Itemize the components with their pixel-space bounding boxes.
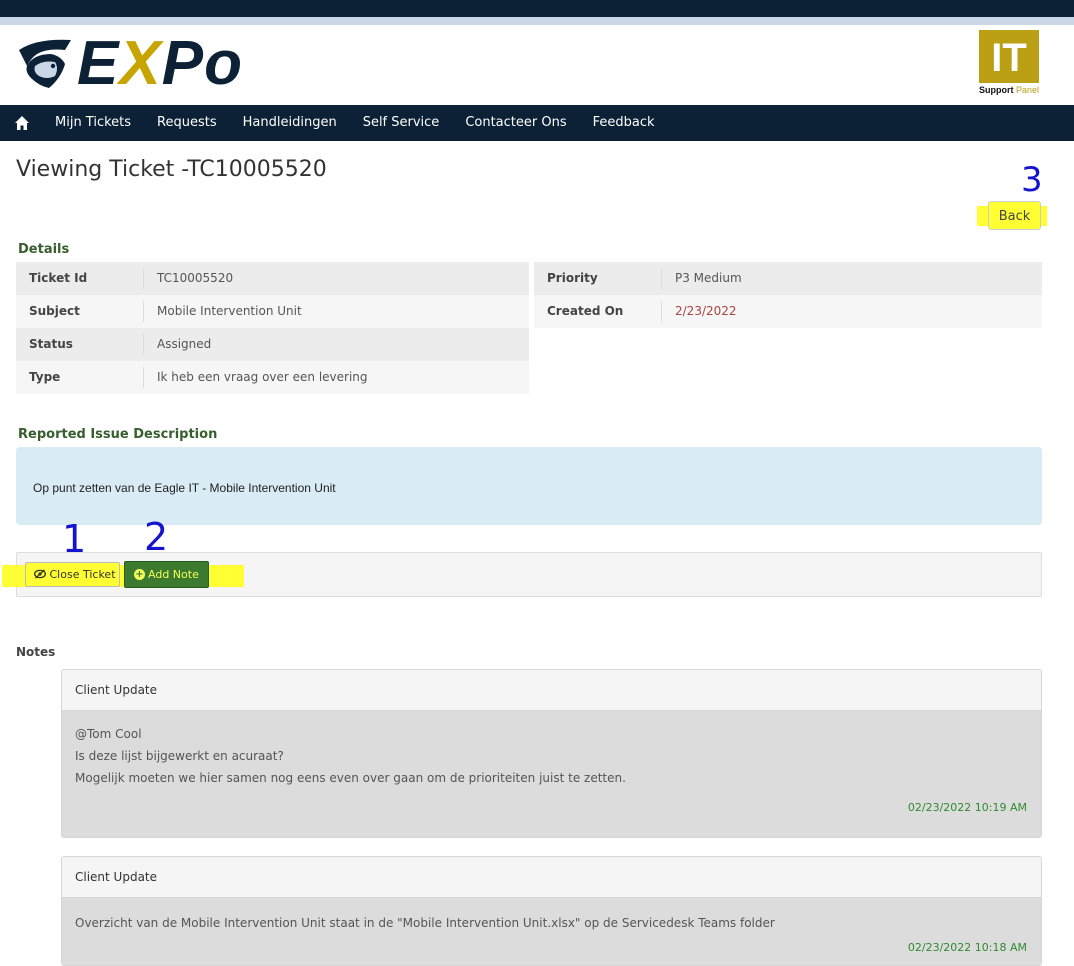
page-title: Viewing Ticket -TC10005520 — [16, 157, 327, 182]
detail-value: Mobile Intervention Unit — [157, 304, 302, 318]
note-timestamp: 02/23/2022 10:19 AM — [907, 801, 1027, 814]
issue-description-box: Op punt zetten van de Eagle IT - Mobile … — [16, 447, 1042, 525]
nav-mijn-tickets[interactable]: Mijn Tickets — [42, 105, 144, 141]
note-card: Client Update Overzicht van de Mobile In… — [61, 856, 1042, 966]
plus-circle-icon: + — [134, 568, 145, 580]
detail-value: TC10005520 — [157, 271, 234, 285]
nav-requests[interactable]: Requests — [144, 105, 230, 141]
issue-description-text: Op punt zetten van de Eagle IT - Mobile … — [33, 481, 336, 495]
note-line: Overzicht van de Mobile Intervention Uni… — [75, 916, 775, 930]
detail-label: Created On — [547, 304, 624, 318]
note-title: Client Update — [62, 857, 1041, 898]
nav-contacteer-ons[interactable]: Contacteer Ons — [452, 105, 579, 141]
detail-label: Ticket Id — [29, 271, 88, 285]
divider — [661, 268, 662, 289]
close-ticket-label: Close Ticket — [49, 568, 116, 581]
details-heading: Details — [18, 242, 70, 257]
detail-value: Assigned — [157, 337, 212, 351]
note-line: Is deze lijst bijgewerkt en acuraat? — [75, 749, 284, 763]
detail-row-priority: Priority P3 Medium — [534, 262, 1042, 295]
detail-label: Subject — [29, 304, 80, 318]
detail-row-status: Status Assigned — [16, 328, 529, 361]
divider — [143, 367, 144, 388]
divider — [661, 301, 662, 322]
notes-heading: Notes — [16, 645, 56, 659]
detail-label: Priority — [547, 271, 598, 285]
it-support-panel-badge[interactable]: IT Support Panel — [979, 30, 1039, 97]
eagle-icon — [19, 39, 71, 88]
divider — [143, 334, 144, 355]
nav-feedback[interactable]: Feedback — [580, 105, 668, 141]
detail-value: 2/23/2022 — [675, 304, 737, 318]
detail-label: Status — [29, 337, 73, 351]
note-card: Client Update @Tom Cool Is deze lijst bi… — [61, 669, 1042, 838]
top-stripe — [0, 17, 1074, 25]
detail-value: Ik heb een vraag over een levering — [157, 370, 368, 384]
home-icon[interactable] — [14, 115, 30, 131]
detail-row-ticket-id: Ticket Id TC10005520 — [16, 262, 529, 295]
main-nav: Mijn Tickets Requests Handleidingen Self… — [0, 105, 1074, 141]
expo-logo[interactable]: EXPo — [17, 29, 243, 98]
detail-row-created-on: Created On 2/23/2022 — [534, 295, 1042, 328]
divider — [143, 268, 144, 289]
badge-it-text: IT — [991, 36, 1027, 80]
note-body: @Tom Cool Is deze lijst bijgewerkt en ac… — [62, 711, 1041, 789]
close-ticket-button[interactable]: Close Ticket — [25, 562, 120, 587]
annotation-3: 3 — [1021, 160, 1043, 200]
divider — [143, 301, 144, 322]
logo-wordmark: EXPo — [77, 29, 243, 98]
badge-support-panel-text: Support Panel — [979, 83, 1039, 97]
add-note-label: Add Note — [148, 568, 199, 581]
eye-slash-icon — [33, 569, 47, 579]
detail-value: P3 Medium — [675, 271, 742, 285]
note-line: Mogelijk moeten we hier samen nog eens e… — [75, 771, 626, 785]
detail-row-subject: Subject Mobile Intervention Unit — [16, 295, 529, 328]
note-line: @Tom Cool — [75, 727, 142, 741]
detail-label: Type — [29, 370, 61, 384]
nav-self-service[interactable]: Self Service — [350, 105, 453, 141]
add-note-button[interactable]: + Add Note — [124, 561, 209, 588]
note-title: Client Update — [62, 670, 1041, 711]
nav-handleidingen[interactable]: Handleidingen — [230, 105, 350, 141]
top-bar — [0, 0, 1074, 17]
site-header: EXPo IT Support Panel — [0, 25, 1074, 105]
detail-row-type: Type Ik heb een vraag over een levering — [16, 361, 529, 394]
back-button[interactable]: Back — [988, 201, 1041, 230]
note-body: Overzicht van de Mobile Intervention Uni… — [62, 898, 1041, 934]
description-heading: Reported Issue Description — [18, 427, 218, 442]
